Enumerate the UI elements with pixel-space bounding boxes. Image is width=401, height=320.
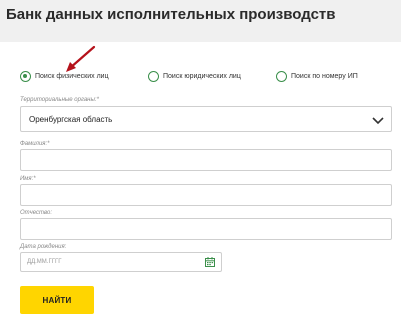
chevron-down-icon: [372, 117, 384, 125]
lastname-label: Фамилия:*: [20, 141, 50, 147]
page-title: Банк данных исполнительных производств: [6, 6, 336, 23]
search-type-group: Поиск физических лиц Поиск юридических л…: [20, 71, 400, 85]
birthdate-input[interactable]: ДД.ММ.ГГГГ: [20, 252, 222, 272]
territorial-selected-value: Оренбургская область: [29, 115, 113, 124]
lastname-input[interactable]: [20, 149, 392, 171]
territorial-select[interactable]: Оренбургская область: [20, 106, 392, 132]
birthdate-placeholder: ДД.ММ.ГГГГ: [27, 259, 62, 265]
calendar-icon[interactable]: [205, 257, 215, 267]
radio-label: Поиск по номеру ИП: [291, 73, 358, 80]
radio-legal-entities[interactable]: Поиск юридических лиц: [148, 71, 241, 82]
radio-unchecked-icon: [148, 71, 159, 82]
firstname-input[interactable]: [20, 184, 392, 206]
radio-label: Поиск физических лиц: [35, 73, 109, 80]
radio-label: Поиск юридических лиц: [163, 73, 241, 80]
radio-physical-persons[interactable]: Поиск физических лиц: [20, 71, 109, 82]
search-button[interactable]: НАЙТИ: [20, 286, 94, 314]
firstname-label: Имя:*: [20, 176, 36, 182]
page-header: Банк данных исполнительных производств: [0, 0, 401, 42]
birthdate-label: Дата рождения:: [20, 244, 67, 250]
patronymic-input[interactable]: [20, 218, 392, 240]
radio-unchecked-icon: [276, 71, 287, 82]
red-arrow-icon: [66, 45, 96, 72]
radio-checked-icon: [20, 71, 31, 82]
radio-ip-number[interactable]: Поиск по номеру ИП: [276, 71, 358, 82]
territorial-label: Территориальные органы:*: [20, 97, 99, 103]
patronymic-label: Отчество:: [20, 210, 53, 216]
